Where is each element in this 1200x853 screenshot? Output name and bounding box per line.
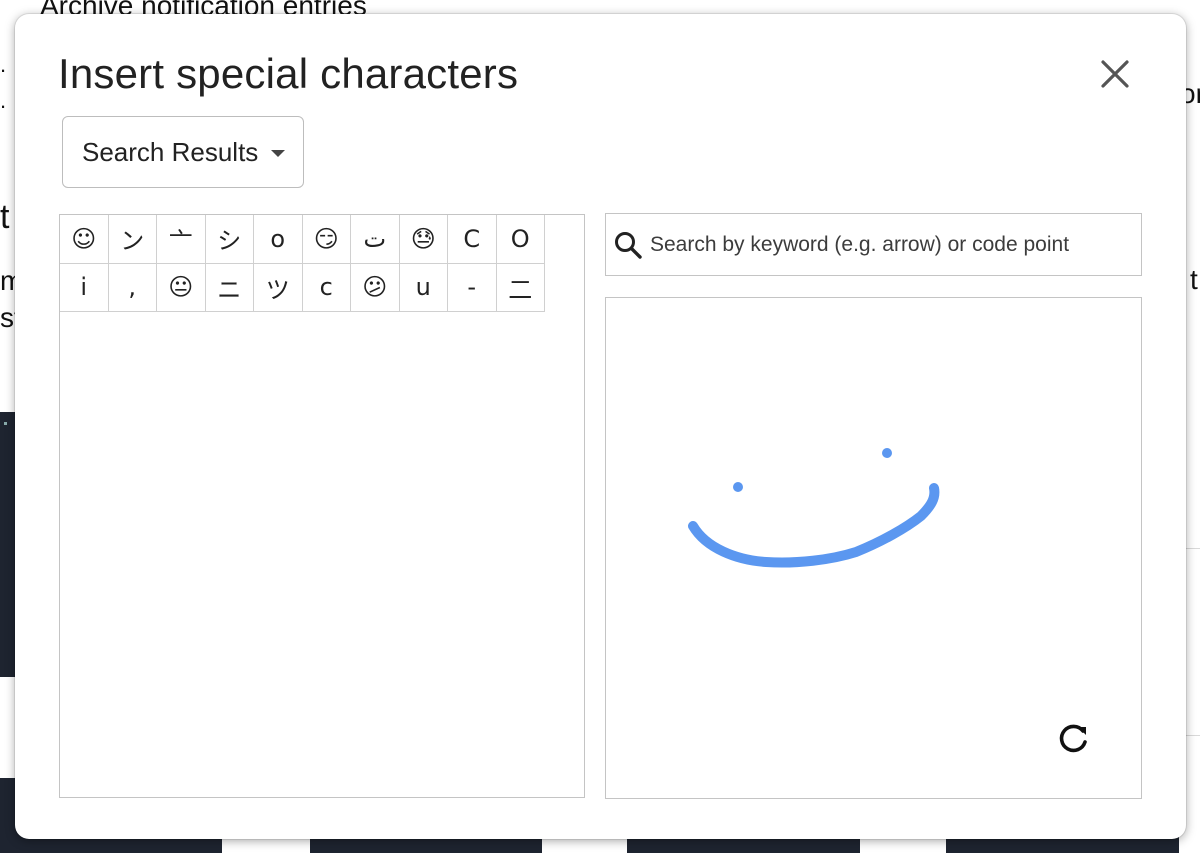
character-cell[interactable]: ت [351,215,400,264]
character-grid: ☺ ン亠シ o 😏 ت 😓 C Oi, 😐 ニツ c 😕 u - 二 [60,215,545,312]
search-input[interactable] [648,231,1132,258]
close-icon [1101,60,1129,88]
character-cell[interactable]: 😐 [157,263,206,312]
bg-bullet: . [0,52,7,77]
character-cell[interactable]: 😓 [399,215,448,264]
character-cell[interactable]: 😕 [351,263,400,312]
dialog-title: Insert special characters [58,50,519,97]
special-characters-dialog: Insert special characters Search Results… [15,14,1186,839]
bg-heading-fragment: t [0,198,10,236]
character-cell[interactable]: i [60,263,109,312]
category-dropdown-label: Search Results [82,136,259,167]
close-button[interactable] [1093,52,1137,96]
refresh-icon [1059,724,1087,753]
bg-divider [1186,548,1200,549]
chevron-down-icon [271,150,285,157]
character-results-panel: ☺ ン亠シ o 😏 ت 😓 C Oi, 😐 ニツ c 😕 u - 二 [59,214,585,798]
character-cell[interactable]: ☺ [60,215,109,264]
search-box [605,213,1142,276]
character-cell[interactable]: , [108,263,157,312]
search-icon [615,231,642,259]
character-cell[interactable]: u [399,263,448,312]
stroke-smile [688,483,940,568]
bg-text-fragment: t i [1190,264,1200,295]
character-cell[interactable]: - [448,263,497,312]
character-cell[interactable]: 二 [496,263,545,312]
stroke-dot [882,448,892,458]
character-cell[interactable]: o [254,215,303,264]
character-cell[interactable]: O [496,215,545,264]
bg-thumbnail [0,412,15,677]
reset-drawing-button[interactable] [1052,716,1096,760]
character-cell[interactable]: C [448,215,497,264]
bg-bullet: . [0,88,7,113]
character-cell[interactable]: 亠 [157,215,206,264]
handwriting-canvas[interactable] [605,297,1142,799]
character-cell[interactable]: 😏 [302,215,351,264]
character-cell[interactable]: ツ [254,263,303,312]
character-cell[interactable]: シ [205,215,254,264]
stroke-dot [733,482,743,492]
character-cell[interactable]: c [302,263,351,312]
character-cell[interactable]: ニ [205,263,254,312]
character-cell[interactable]: ン [108,215,157,264]
category-dropdown[interactable]: Search Results [62,116,304,188]
bg-divider [1186,735,1200,736]
